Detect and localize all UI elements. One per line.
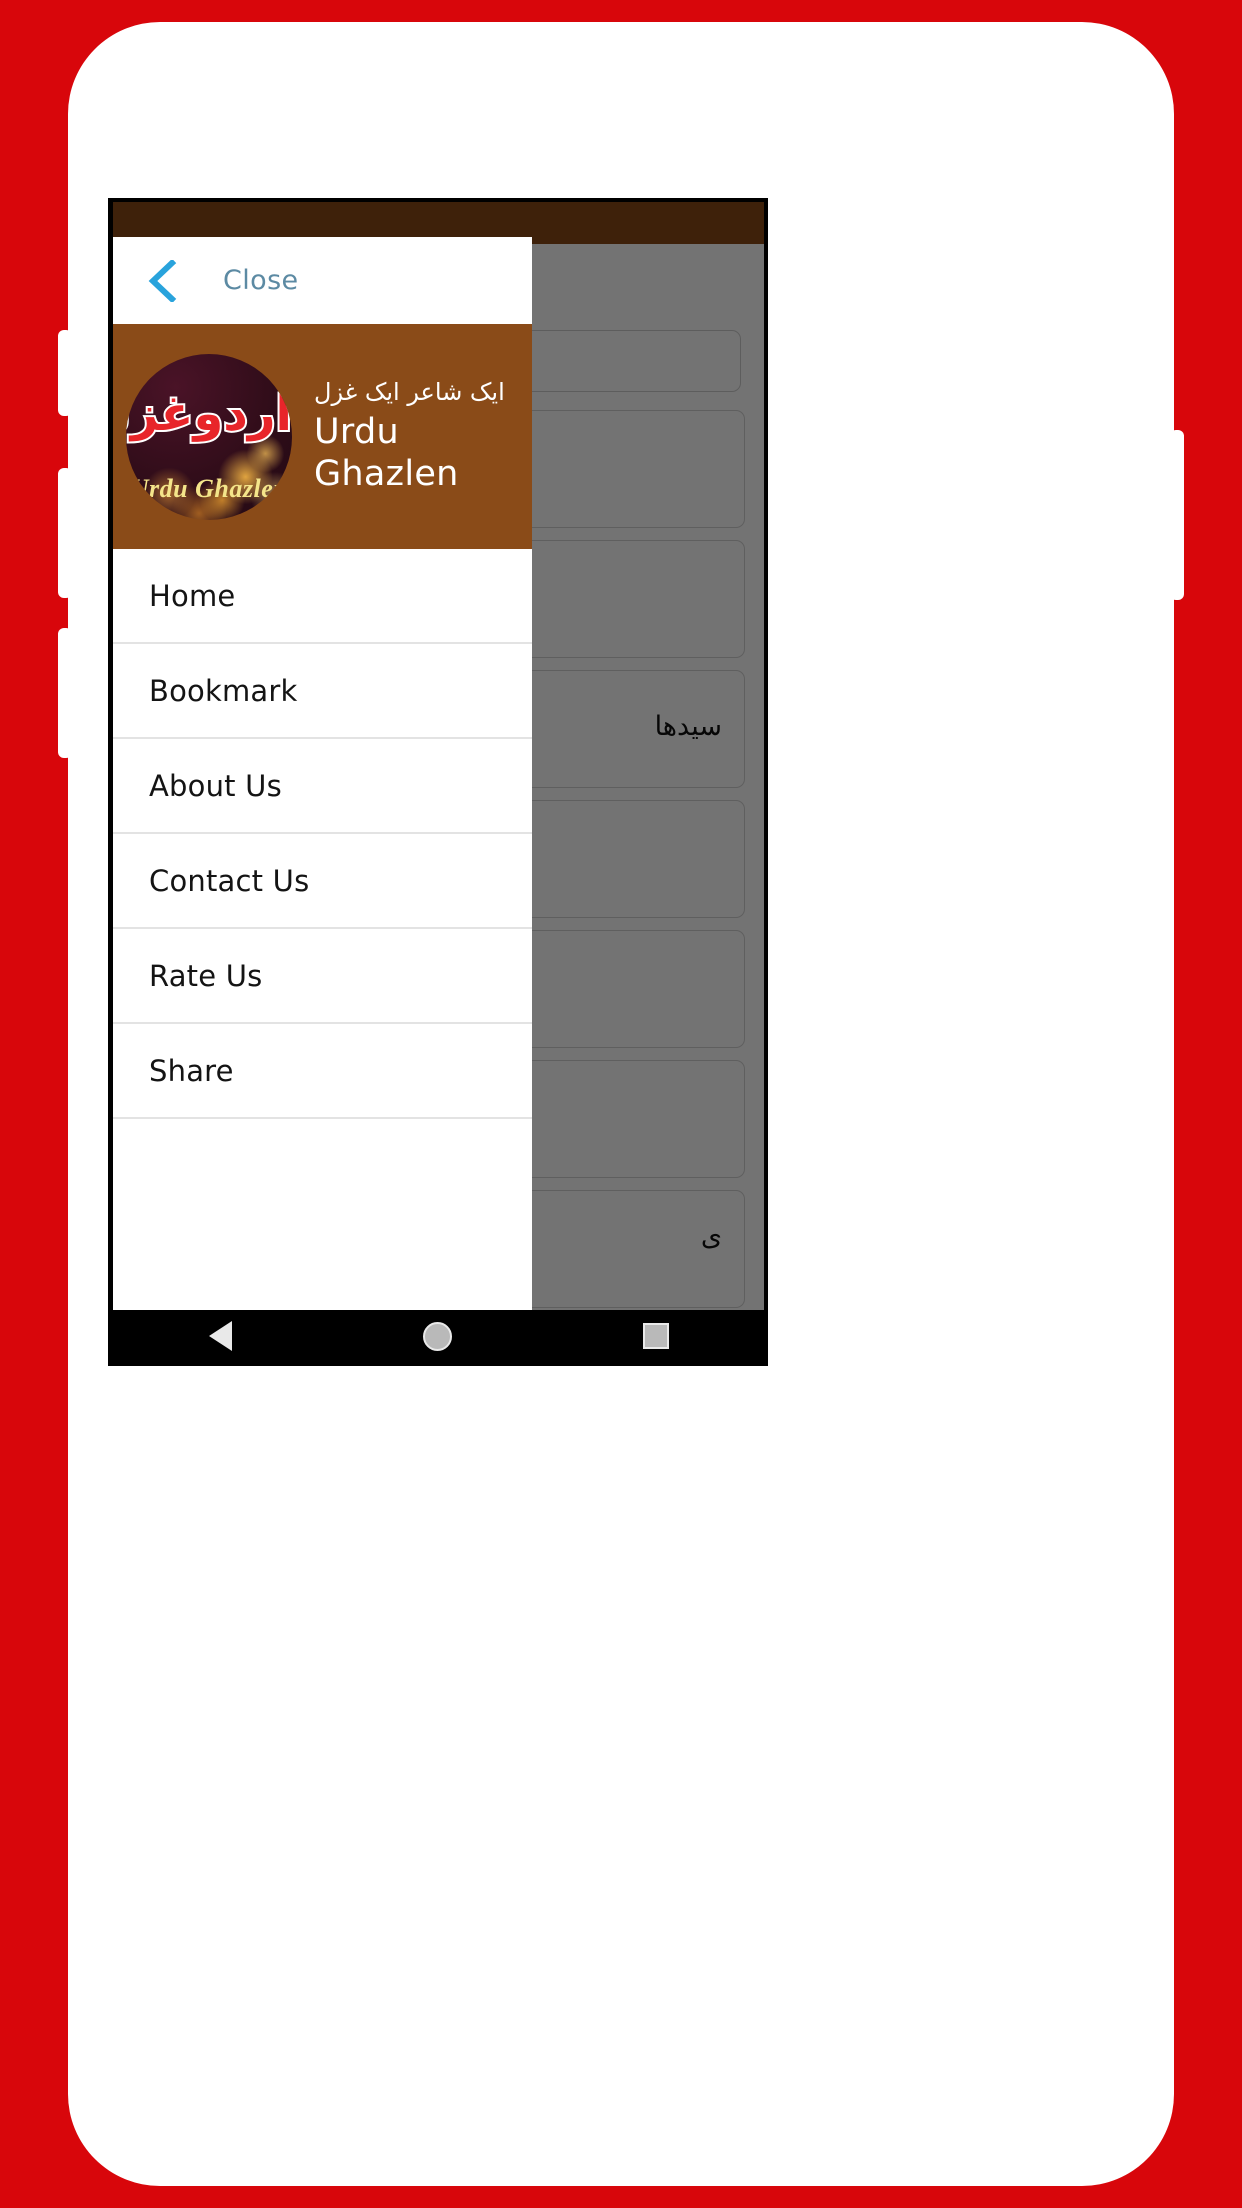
device-screen: سیدھا ی Close (108, 198, 768, 1366)
android-navigation-bar (113, 1310, 764, 1362)
menu-item-label: Contact Us (149, 863, 310, 898)
menu-item-label: About Us (149, 768, 282, 803)
app-logo-urdu-script: اردوغزلیں (126, 385, 292, 442)
app-logo-latin-text: Urdu Ghazlen (129, 473, 289, 503)
close-drawer-button[interactable]: Close (113, 237, 532, 324)
screen-content: سیدھا ی Close (113, 202, 764, 1310)
device-side-button-volume-up (58, 468, 72, 598)
menu-item-bookmark[interactable]: Bookmark (113, 644, 532, 739)
menu-item-label: Home (149, 578, 236, 613)
menu-item-share[interactable]: Share (113, 1024, 532, 1119)
brand-title-line1: Urdu (314, 412, 399, 453)
menu-item-contact-us[interactable]: Contact Us (113, 834, 532, 929)
menu-item-label: Rate Us (149, 958, 263, 993)
device-side-button-mute (58, 330, 72, 416)
brand-tagline-urdu: ایک شاعر ایک غزل (314, 378, 505, 407)
navigation-drawer: Close اردوغزلیں Urdu Ghazlen ایک شاعر ای… (113, 237, 532, 1310)
menu-item-about-us[interactable]: About Us (113, 739, 532, 834)
drawer-menu-list: Home Bookmark About Us Contact Us Rate U… (113, 549, 532, 1119)
recent-square-icon[interactable] (642, 1323, 669, 1349)
device-side-button-volume-down (58, 628, 72, 758)
close-label: Close (223, 265, 299, 296)
menu-item-label: Bookmark (149, 673, 298, 708)
chevron-left-icon[interactable] (147, 259, 177, 302)
menu-item-label: Share (149, 1053, 234, 1088)
back-triangle-icon[interactable] (208, 1321, 232, 1351)
menu-item-rate-us[interactable]: Rate Us (113, 929, 532, 1024)
app-logo: اردوغزلیں Urdu Ghazlen (126, 353, 292, 520)
menu-item-home[interactable]: Home (113, 549, 532, 644)
brand-title-line2: Ghazlen (314, 453, 459, 494)
home-circle-icon[interactable] (422, 1321, 452, 1351)
brand-text-block: ایک شاعر ایک غزل Urdu Ghazlen (314, 378, 532, 495)
brand-title: Urdu Ghazlen (314, 412, 532, 495)
drawer-brand-header: اردوغزلیں Urdu Ghazlen ایک شاعر ایک غزل … (113, 324, 532, 549)
device-side-button-power (1170, 430, 1184, 600)
